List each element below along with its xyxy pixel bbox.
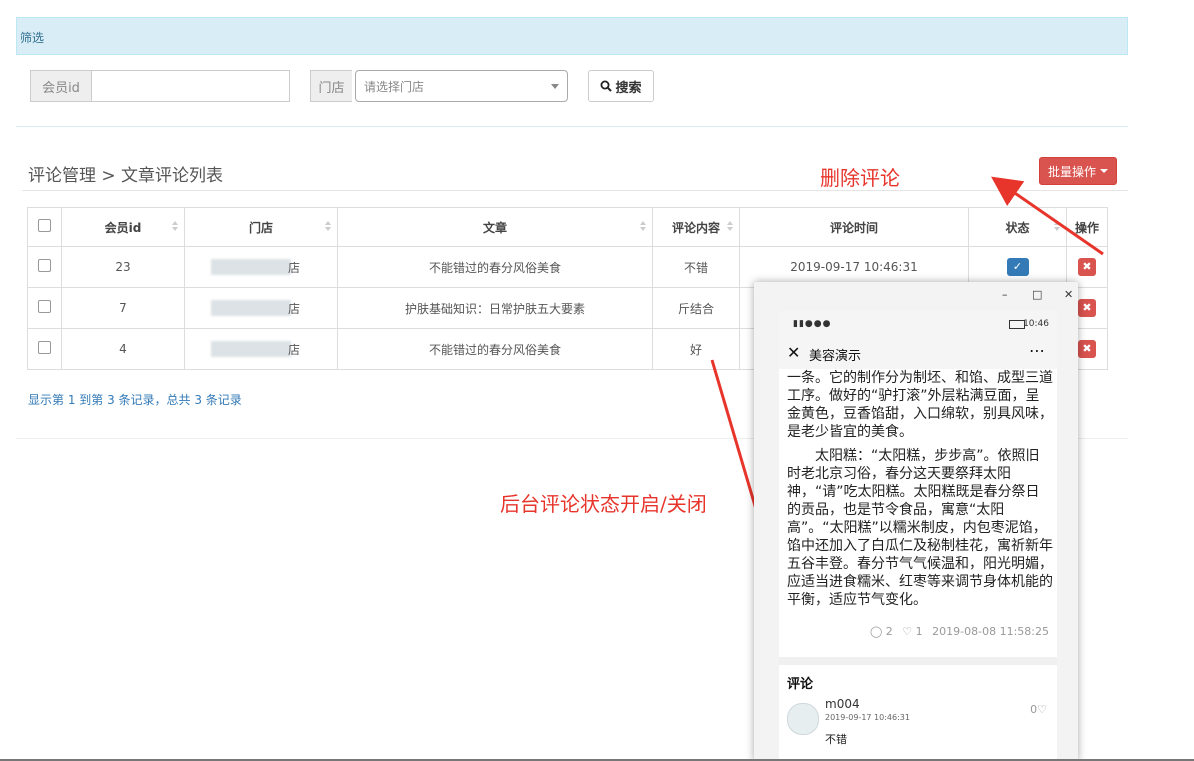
mobile-preview-window: – □ ✕ ▮▮●●● 10:46 ✕ 美容演示 ⋯ 一条。它的制作分为制坯、和… xyxy=(754,282,1078,761)
arrow-to-delete xyxy=(991,176,1104,256)
phone-status-bar: ▮▮●●● 10:46 xyxy=(779,311,1057,337)
minimize-icon[interactable]: – xyxy=(1002,288,1008,301)
maximize-icon[interactable]: □ xyxy=(1032,288,1042,301)
comment-count: 2 xyxy=(885,625,893,638)
phone-title: 美容演示 xyxy=(809,349,862,364)
comment-time: 2019-09-17 10:46:31 xyxy=(825,713,910,722)
signal-icons: ▮▮●●● xyxy=(793,319,832,329)
article-paragraph: 一条。它的制作分为制坯、和馅、成型三道工序。做好的“驴打滚”外层粘满豆面，呈金黄… xyxy=(787,370,1053,440)
article-meta: ◯ 2 ♡ 1 2019-08-08 11:58:25 xyxy=(870,625,1049,638)
avatar xyxy=(787,703,819,735)
comment-text: 不错 xyxy=(825,733,847,746)
article-date: 2019-08-08 11:58:25 xyxy=(932,625,1049,638)
comment-section: 评论 m004 2019-09-17 10:46:31 0♡ 不错 xyxy=(779,657,1057,761)
like-icon[interactable]: ♡ xyxy=(902,625,912,638)
close-window-icon[interactable]: ✕ xyxy=(1064,288,1073,301)
more-icon[interactable]: ⋯ xyxy=(1029,341,1045,360)
phone-navbar: ✕ 美容演示 ⋯ xyxy=(779,337,1057,369)
comment-section-title: 评论 xyxy=(787,677,814,692)
phone-screen: ▮▮●●● 10:46 ✕ 美容演示 ⋯ 一条。它的制作分为制坯、和馅、成型三道… xyxy=(779,311,1057,761)
article-body: 一条。它的制作分为制坯、和馅、成型三道工序。做好的“驴打滚”外层粘满豆面，呈金黄… xyxy=(787,369,1053,615)
comment-count-icon: ◯ xyxy=(869,625,883,638)
article-paragraph: 太阳糕：“太阳糕，步步高”。依照旧时老北京习俗，春分这天要祭拜太阳神，“请”吃太… xyxy=(787,448,1053,608)
comment-like[interactable]: 0♡ xyxy=(1030,703,1047,716)
heart-icon[interactable]: ♡ xyxy=(1037,703,1047,716)
commenter-name: m004 xyxy=(825,697,860,711)
close-icon[interactable]: ✕ xyxy=(787,343,800,362)
phone-time: 10:46 xyxy=(1023,319,1049,329)
like-count: 1 xyxy=(915,625,923,638)
